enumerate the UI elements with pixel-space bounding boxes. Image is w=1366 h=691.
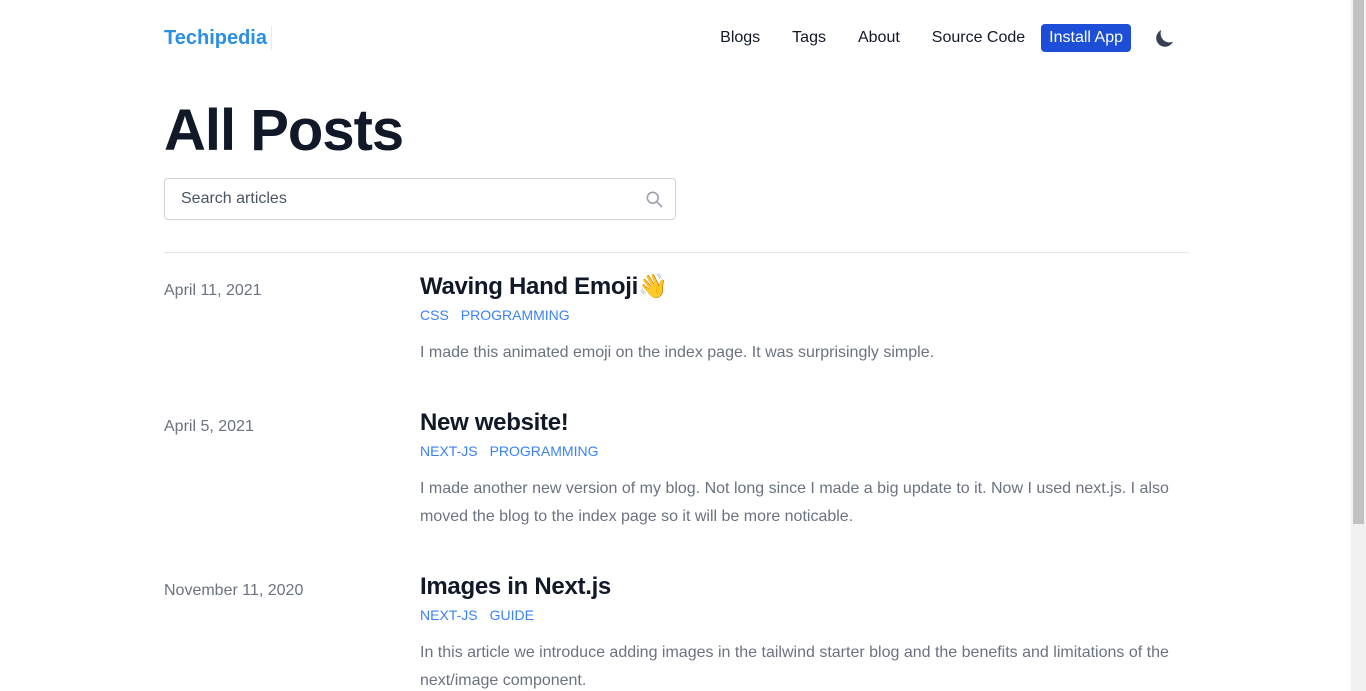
post-tags: CSS PROGRAMMING — [420, 305, 1189, 325]
post-summary: I made another new version of my blog. N… — [420, 480, 1169, 525]
scrollbar-thumb[interactable] — [1353, 0, 1364, 524]
post-tags: NEXT-JS GUIDE — [420, 605, 1189, 625]
divider — [164, 252, 1189, 253]
site-header: Techipedia Blogs Tags About Source Code … — [164, 0, 1189, 76]
main-nav: Blogs Tags About Source Code Install App — [720, 24, 1189, 52]
moon-icon — [1156, 29, 1174, 47]
post-body: Waving Hand Emoji👋 CSS PROGRAMMING I mad… — [420, 271, 1189, 367]
post-date: April 5, 2021 — [164, 418, 254, 435]
tag-link[interactable]: GUIDE — [490, 605, 534, 625]
post-item: April 11, 2021 Waving Hand Emoji👋 CSS PR… — [164, 271, 1189, 367]
post-title-link[interactable]: New website! — [420, 409, 569, 436]
post-title-link[interactable]: Images in Next.js — [420, 573, 611, 600]
post-summary: In this article we introduce adding imag… — [420, 644, 1169, 689]
post-body: New website! NEXT-JS PROGRAMMING I made … — [420, 407, 1189, 531]
search-box — [164, 178, 676, 220]
theme-toggle-button[interactable] — [1153, 26, 1177, 50]
site-logo[interactable]: Techipedia — [164, 26, 272, 50]
nav-blogs[interactable]: Blogs — [720, 28, 760, 48]
post-date: April 11, 2021 — [164, 282, 262, 299]
tag-link[interactable]: PROGRAMMING — [461, 305, 570, 325]
page-title: All Posts — [164, 98, 404, 163]
tag-link[interactable]: PROGRAMMING — [490, 441, 599, 461]
post-date: November 11, 2020 — [164, 582, 304, 599]
post-item: November 11, 2020 Images in Next.js NEXT… — [164, 571, 1189, 691]
post-tags: NEXT-JS PROGRAMMING — [420, 441, 1189, 461]
tag-link[interactable]: NEXT-JS — [420, 441, 478, 461]
tag-link[interactable]: CSS — [420, 305, 449, 325]
nav-about[interactable]: About — [858, 28, 900, 48]
nav-tags[interactable]: Tags — [792, 28, 826, 48]
post-summary: I made this animated emoji on the index … — [420, 344, 935, 361]
install-app-button[interactable]: Install App — [1041, 24, 1131, 52]
post-title-link[interactable]: Waving Hand Emoji👋 — [420, 273, 668, 300]
post-body: Images in Next.js NEXT-JS GUIDE In this … — [420, 571, 1189, 691]
nav-source-code[interactable]: Source Code — [932, 28, 1025, 48]
search-icon — [646, 191, 663, 208]
main-container: Techipedia Blogs Tags About Source Code … — [164, 0, 1189, 691]
tag-link[interactable]: NEXT-JS — [420, 605, 478, 625]
vertical-scrollbar[interactable] — [1351, 0, 1366, 691]
search-input[interactable] — [164, 178, 676, 220]
post-item: April 5, 2021 New website! NEXT-JS PROGR… — [164, 407, 1189, 531]
page: Techipedia Blogs Tags About Source Code … — [0, 0, 1366, 691]
